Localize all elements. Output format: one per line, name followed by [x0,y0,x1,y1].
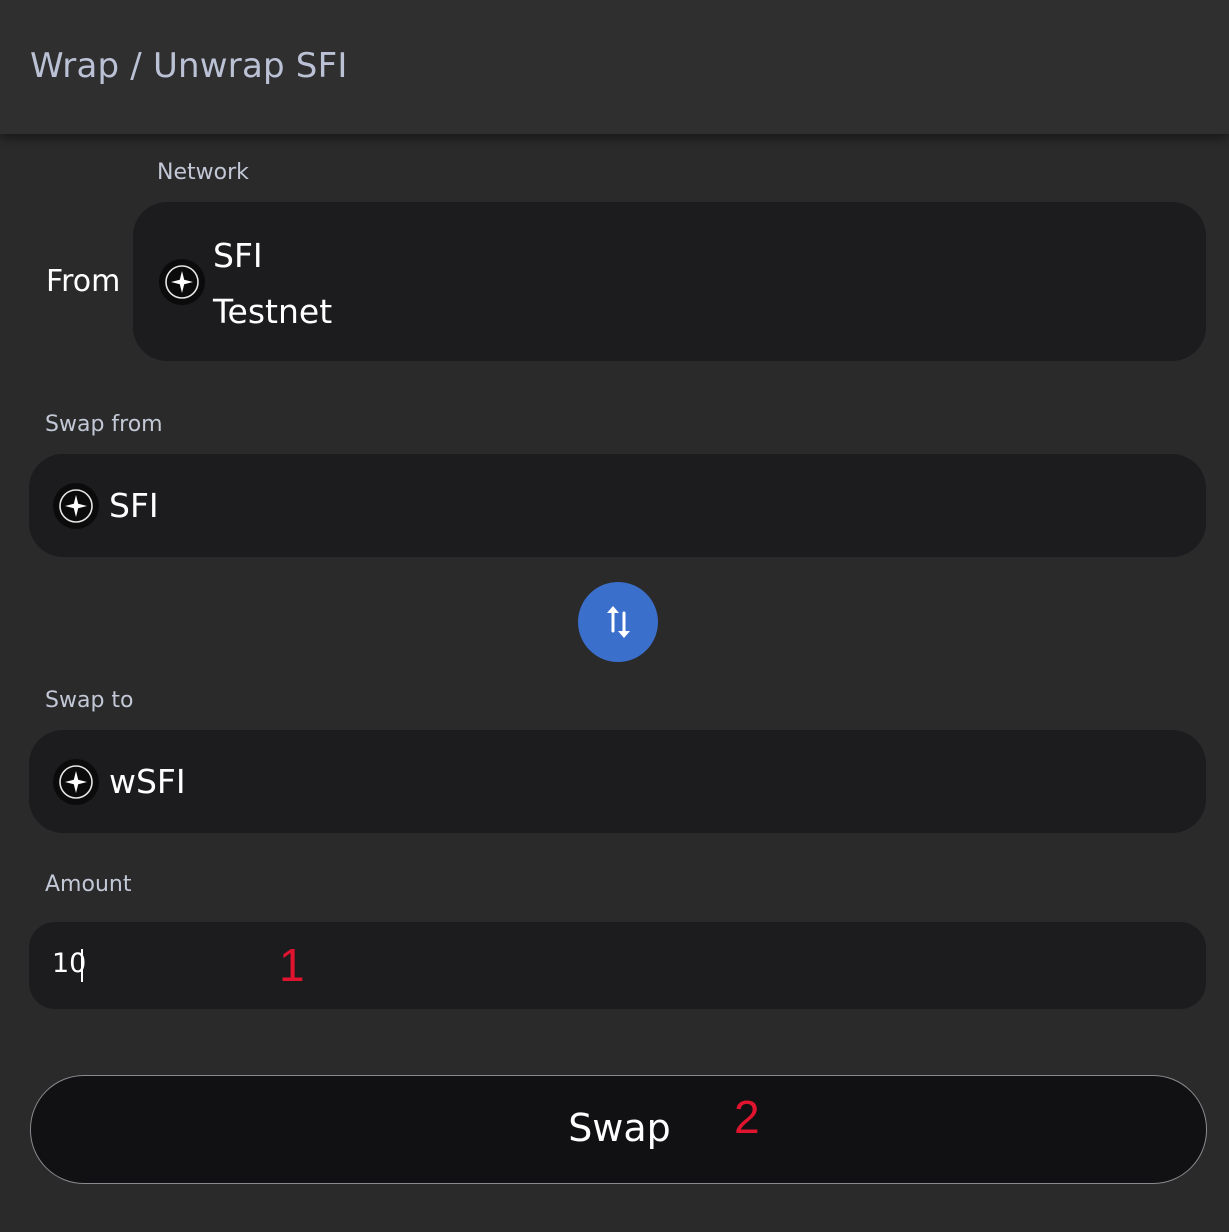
swap-from-token: SFI [109,486,159,525]
swap-to-label: Swap to [45,688,134,713]
amount-label: Amount [45,872,132,897]
swap-from-label: Swap from [45,412,163,437]
annotation-marker-2: 2 [734,1091,760,1143]
swap-button[interactable]: Swap [30,1075,1207,1184]
annotation-marker-1: 1 [279,939,305,991]
swap-to-token: wSFI [109,762,186,801]
swap-to-select[interactable]: wSFI [29,730,1206,833]
swap-from-select[interactable]: SFI [29,454,1206,557]
sfi-star-icon [53,759,99,805]
network-select[interactable]: SFI Testnet [133,202,1206,361]
sfi-star-icon [159,259,205,305]
swap-arrows-icon [607,606,630,638]
from-label: From [46,264,121,299]
text-caret [81,949,83,982]
amount-input[interactable] [29,922,1206,1009]
network-name-line2: Testnet [213,292,333,331]
sfi-star-icon [53,483,99,529]
network-label: Network [157,160,249,185]
page-title: Wrap / Unwrap SFI [30,46,348,86]
page-header: Wrap / Unwrap SFI [0,0,1229,134]
swap-direction-button[interactable] [578,582,658,662]
network-name-line1: SFI [213,236,263,275]
swap-button-label: Swap [568,1106,671,1150]
